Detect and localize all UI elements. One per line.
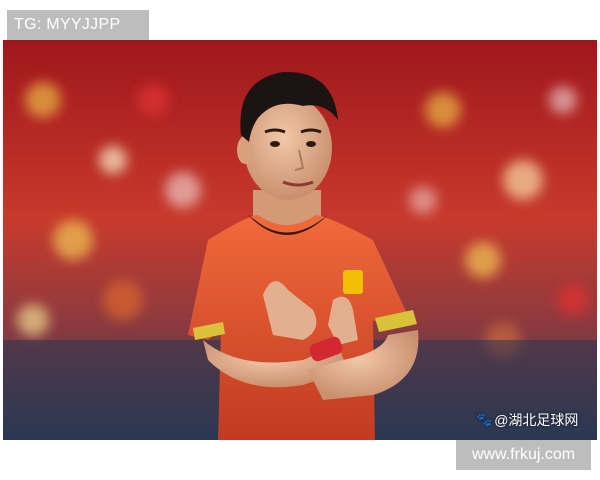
website-url-label: www.frkuj.com [456, 440, 591, 470]
watermark-text: @湖北足球网 [494, 412, 579, 428]
paw-icon: 🐾 [476, 412, 493, 427]
player-photo-graphic [3, 40, 597, 440]
tg-label: TG: MYYJJPP [7, 10, 149, 40]
source-watermark: 🐾 @湖北足球网 [476, 410, 578, 430]
player-photo [3, 40, 597, 440]
